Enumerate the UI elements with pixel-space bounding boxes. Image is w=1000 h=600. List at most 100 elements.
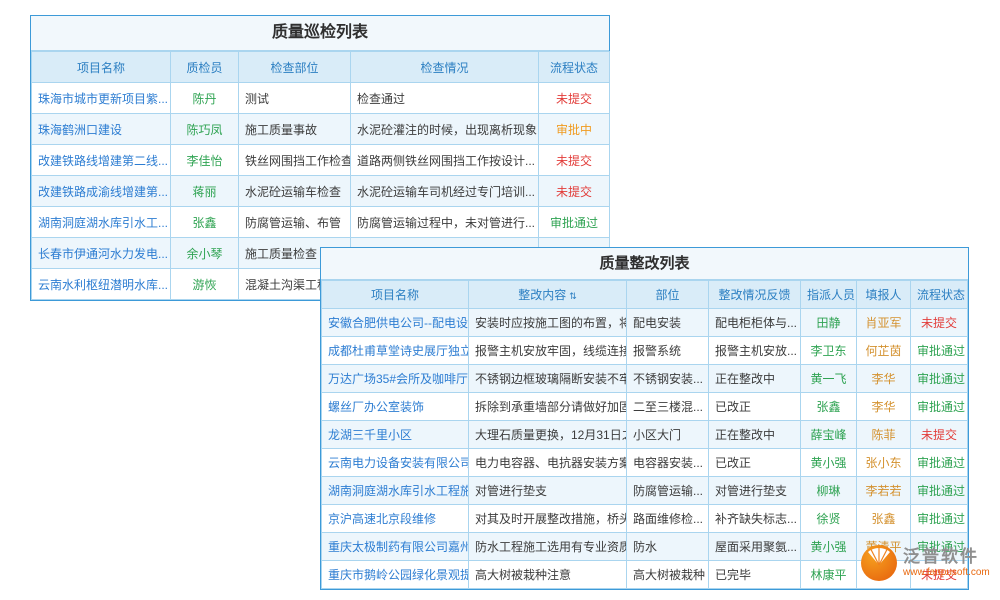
column-header-label: 指派人员 <box>807 288 855 302</box>
cell-filler: 何芷茵 <box>857 337 911 365</box>
table-row: 安徽合肥供电公司--配电设备...安装时应按施工图的布置，将...配电安装配电柜… <box>322 309 968 337</box>
table-row: 成都杜甫草堂诗史展厅独立展...报警主机安放牢固，线缆连接...报警系统报警主机… <box>322 337 968 365</box>
cell-filler: 张小东 <box>857 449 911 477</box>
column-header-filler: 填报人 <box>857 281 911 309</box>
cell-assignee: 张鑫 <box>801 393 857 421</box>
cell-filler: 陈菲 <box>857 421 911 449</box>
cell-part: 报警系统 <box>627 337 709 365</box>
cell-project[interactable]: 湖南洞庭湖水库引水工程施工... <box>322 477 469 505</box>
fanpu-logo-text: 泛普软件 www.fanpusoft.com <box>903 547 990 578</box>
table-row: 龙湖三千里小区大理石质量更换，12月31日之...小区大门正在整改中薛宝峰陈菲未… <box>322 421 968 449</box>
cell-content: 大理石质量更换，12月31日之... <box>469 421 627 449</box>
cell-project[interactable]: 湖南洞庭湖水库引水工... <box>32 207 171 238</box>
cell-part: 高大树被栽种 <box>627 561 709 589</box>
cell-filler: 张鑫 <box>857 505 911 533</box>
cell-part: 测试 <box>239 83 351 114</box>
column-header-label: 部位 <box>655 288 679 302</box>
sort-icon[interactable]: ⇅ <box>569 291 577 301</box>
cell-project[interactable]: 安徽合肥供电公司--配电设备... <box>322 309 469 337</box>
cell-status: 审批通过 <box>911 337 968 365</box>
cell-project[interactable]: 改建铁路成渝线增建第... <box>32 176 171 207</box>
table-row: 改建铁路线增建第二线...李佳怡铁丝网围挡工作检查道路两侧铁丝网围挡工作按设计.… <box>32 145 610 176</box>
cell-assignee: 黄一飞 <box>801 365 857 393</box>
cell-inspector: 余小琴 <box>171 238 239 269</box>
cell-inspector: 陈巧凤 <box>171 114 239 145</box>
cell-project[interactable]: 珠海鹤洲口建设 <box>32 114 171 145</box>
table-row: 改建铁路成渝线增建第...蒋丽水泥砼运输车检查水泥砼运输车司机经过专门培训...… <box>32 176 610 207</box>
cell-inspector: 张鑫 <box>171 207 239 238</box>
column-header-label: 检查部位 <box>270 61 318 75</box>
cell-part: 铁丝网围挡工作检查 <box>239 145 351 176</box>
cell-project[interactable]: 长春市伊通河水力发电... <box>32 238 171 269</box>
cell-filler: 李华 <box>857 365 911 393</box>
cell-feedback: 正在整改中 <box>709 421 801 449</box>
quality-rectify-panel: 质量整改列表 项目名称整改内容⇅ 部位 整改情况反馈指派人员填报人 流程状态 安徽合肥… <box>320 247 969 590</box>
cell-part: 防腐管运输、布管 <box>239 207 351 238</box>
column-header-situation: 检查情况 <box>351 52 539 83</box>
column-header-project: 项目名称 <box>322 281 469 309</box>
column-header-part: 部位 <box>627 281 709 309</box>
cell-assignee: 黄小强 <box>801 533 857 561</box>
column-header-label: 检查情况 <box>420 61 468 75</box>
cell-status: 未提交 <box>539 145 610 176</box>
inspection-table-title: 质量巡检列表 <box>31 16 609 51</box>
cell-filler: 肖亚军 <box>857 309 911 337</box>
cell-project[interactable]: 重庆太极制药有限公司嘉州中... <box>322 533 469 561</box>
cell-part: 电容器安装... <box>627 449 709 477</box>
column-header-label: 填报人 <box>865 288 901 302</box>
cell-assignee: 李卫东 <box>801 337 857 365</box>
cell-feedback: 已完毕 <box>709 561 801 589</box>
column-header-content[interactable]: 整改内容⇅ <box>469 281 627 309</box>
column-header-label: 流程状态 <box>917 288 965 302</box>
cell-status: 审批通过 <box>911 477 968 505</box>
table-row: 珠海市城市更新项目紫...陈丹测试检查通过未提交 <box>32 83 610 114</box>
cell-feedback: 已改正 <box>709 393 801 421</box>
cell-content: 对管进行垫支 <box>469 477 627 505</box>
cell-part: 不锈钢安装... <box>627 365 709 393</box>
cell-assignee: 徐贤 <box>801 505 857 533</box>
cell-part: 二至三楼混... <box>627 393 709 421</box>
logo-name: 泛普软件 <box>903 547 990 567</box>
table-row: 云南电力设备安装有限公司20...电力电容器、电抗器安装方案...电容器安装..… <box>322 449 968 477</box>
cell-project[interactable]: 成都杜甫草堂诗史展厅独立展... <box>322 337 469 365</box>
cell-content: 高大树被栽种注意 <box>469 561 627 589</box>
cell-inspector: 李佳怡 <box>171 145 239 176</box>
cell-feedback: 报警主机安放... <box>709 337 801 365</box>
cell-part: 水泥砼运输车检查 <box>239 176 351 207</box>
cell-content: 对其及时开展整改措施，桥头... <box>469 505 627 533</box>
cell-project[interactable]: 云南电力设备安装有限公司20... <box>322 449 469 477</box>
cell-filler: 李若若 <box>857 477 911 505</box>
cell-project[interactable]: 螺丝厂办公室装饰 <box>322 393 469 421</box>
column-header-status: 流程状态 <box>911 281 968 309</box>
cell-project[interactable]: 京沪高速北京段维修 <box>322 505 469 533</box>
cell-assignee: 田静 <box>801 309 857 337</box>
cell-project[interactable]: 珠海市城市更新项目紫... <box>32 83 171 114</box>
cell-situation: 防腐管运输过程中，未对管进行... <box>351 207 539 238</box>
column-header-feedback: 整改情况反馈 <box>709 281 801 309</box>
table-row: 螺丝厂办公室装饰拆除到承重墙部分请做好加固...二至三楼混...已改正张鑫李华审… <box>322 393 968 421</box>
cell-project[interactable]: 云南水利枢纽潜明水库... <box>32 269 171 300</box>
cell-status: 审批通过 <box>911 393 968 421</box>
fanpu-logo: 泛普软件 www.fanpusoft.com <box>860 544 990 582</box>
inspection-header-row: 项目名称质检员检查部位检查情况流程状态 <box>32 52 610 83</box>
cell-project[interactable]: 重庆市鹅岭公园绿化景观提升... <box>322 561 469 589</box>
table-row: 湖南洞庭湖水库引水工程施工...对管进行垫支防腐管运输...对管进行垫支柳琳李若… <box>322 477 968 505</box>
table-row: 珠海鹤洲口建设陈巧凤施工质量事故水泥砼灌注的时候，出现离析现象审批中 <box>32 114 610 145</box>
fanpu-logo-icon <box>860 544 898 582</box>
cell-status: 未提交 <box>539 83 610 114</box>
column-header-label: 流程状态 <box>550 61 598 75</box>
cell-situation: 水泥砼运输车司机经过专门培训... <box>351 176 539 207</box>
cell-feedback: 补齐缺失标志... <box>709 505 801 533</box>
rectify-table-title: 质量整改列表 <box>321 248 968 280</box>
cell-situation: 水泥砼灌注的时候，出现离析现象 <box>351 114 539 145</box>
cell-content: 安装时应按施工图的布置，将... <box>469 309 627 337</box>
cell-project[interactable]: 万达广场35#会所及咖啡厅空... <box>322 365 469 393</box>
cell-project[interactable]: 改建铁路线增建第二线... <box>32 145 171 176</box>
cell-assignee: 薛宝峰 <box>801 421 857 449</box>
cell-status: 未提交 <box>539 176 610 207</box>
cell-status: 未提交 <box>911 309 968 337</box>
cell-project[interactable]: 龙湖三千里小区 <box>322 421 469 449</box>
table-row: 万达广场35#会所及咖啡厅空...不锈钢边框玻璃隔断安装不牢...不锈钢安装..… <box>322 365 968 393</box>
cell-status: 审批通过 <box>539 207 610 238</box>
cell-feedback: 已改正 <box>709 449 801 477</box>
